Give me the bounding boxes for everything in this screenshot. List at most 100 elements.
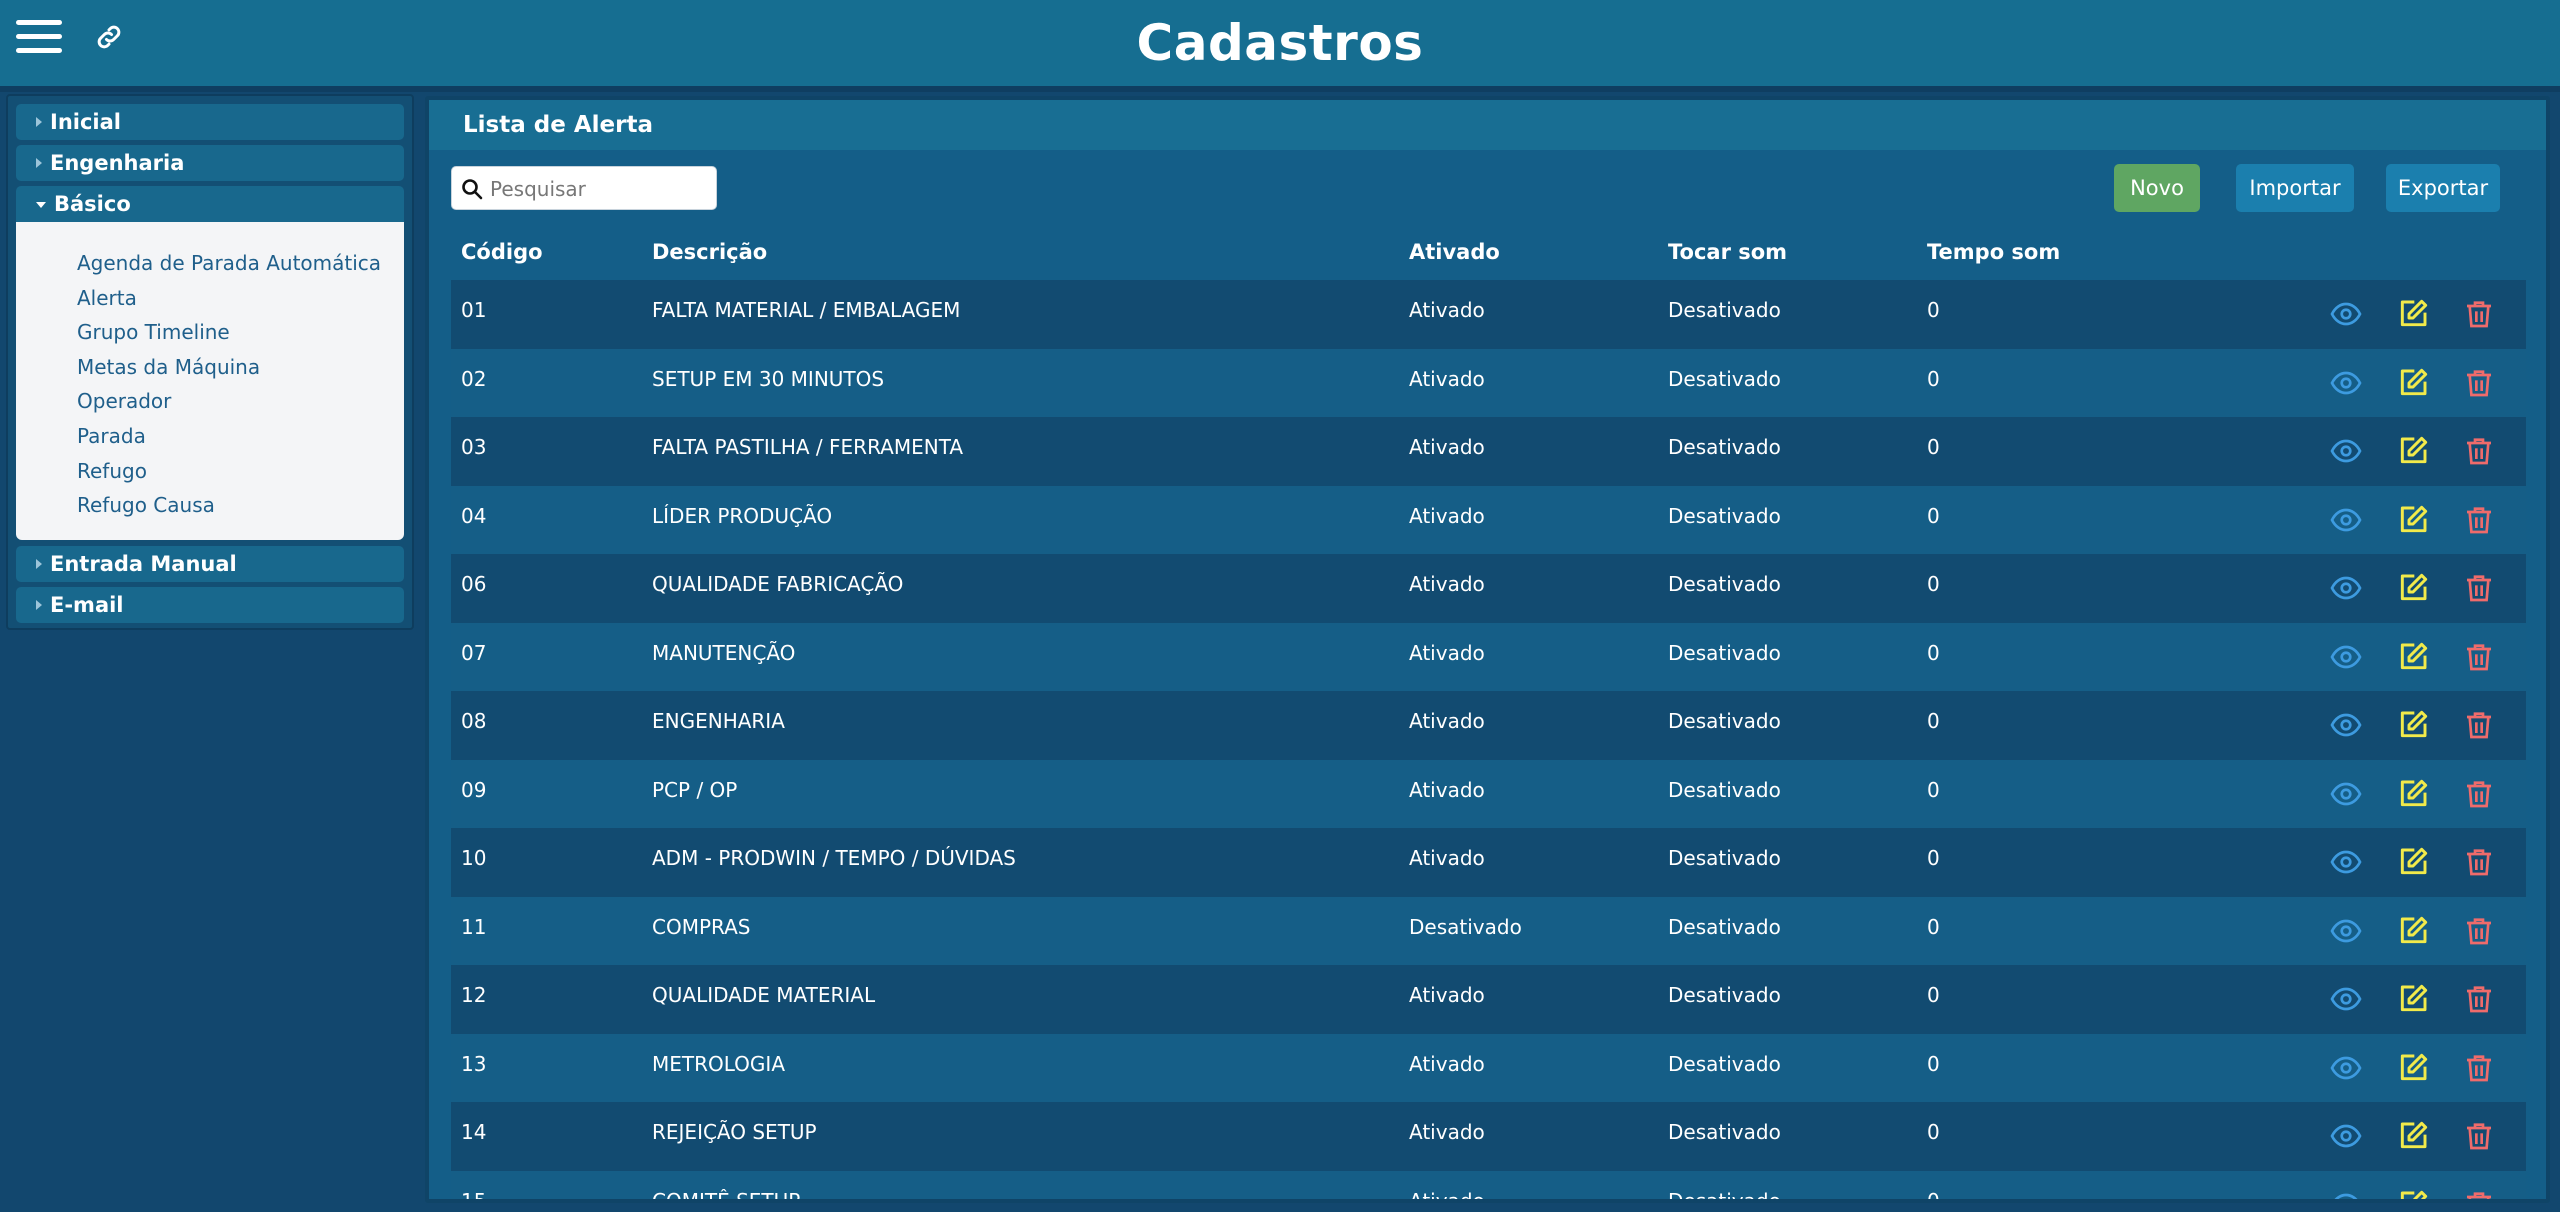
edit-icon[interactable] (2397, 983, 2429, 1015)
edit-icon[interactable] (2397, 915, 2429, 947)
edit-icon[interactable] (2397, 778, 2429, 810)
trash-icon[interactable] (2463, 367, 2495, 399)
cell-tocar-som: Desativado (1668, 1188, 1781, 1203)
cell-ativado: Ativado (1409, 572, 1485, 596)
sidebar-item-agenda-parada[interactable]: Agenda de Parada Automática (77, 246, 404, 281)
sidebar-item-operador[interactable]: Operador (77, 384, 404, 419)
column-header-tocar-som[interactable]: Tocar som (1668, 240, 1787, 264)
eye-icon[interactable] (2330, 1052, 2362, 1084)
trash-icon[interactable] (2463, 1052, 2495, 1084)
eye-icon[interactable] (2330, 778, 2362, 810)
trash-icon[interactable] (2463, 1120, 2495, 1152)
eye-icon[interactable] (2330, 572, 2362, 604)
table-row[interactable]: 13 METROLOGIA Ativado Desativado 0 (451, 1033, 2526, 1102)
trash-icon[interactable] (2463, 983, 2495, 1015)
eye-icon[interactable] (2330, 709, 2362, 741)
edit-icon[interactable] (2397, 1052, 2429, 1084)
cell-descricao: ADM - PRODWIN / TEMPO / DÚVIDAS (652, 846, 1016, 870)
table-row[interactable]: 02 SETUP EM 30 MINUTOS Ativado Desativado 0 (451, 348, 2526, 417)
trash-icon[interactable] (2463, 846, 2495, 878)
edit-icon[interactable] (2397, 572, 2429, 604)
export-button[interactable]: Exportar (2386, 164, 2500, 212)
sidebar-item-refugo-causa[interactable]: Refugo Causa (77, 488, 404, 523)
edit-icon[interactable] (2397, 1120, 2429, 1152)
table-row[interactable]: 08 ENGENHARIA Ativado Desativado 0 (451, 691, 2526, 760)
table-row[interactable]: 06 QUALIDADE FABRICAÇÃO Ativado Desativado 0 (451, 554, 2526, 623)
cell-ativado: Ativado (1409, 1051, 1485, 1076)
column-header-descricao[interactable]: Descrição (652, 240, 767, 264)
trash-icon[interactable] (2463, 778, 2495, 810)
eye-icon[interactable] (2330, 298, 2362, 330)
edit-icon[interactable] (2397, 367, 2429, 399)
sidebar-group-label: Entrada Manual (50, 552, 237, 576)
trash-icon[interactable] (2463, 504, 2495, 536)
page-title: Cadastros (1136, 14, 1424, 72)
new-button[interactable]: Novo (2114, 164, 2200, 212)
edit-icon[interactable] (2397, 846, 2429, 878)
cell-codigo: 11 (461, 914, 487, 939)
table-row[interactable]: 07 MANUTENÇÃO Ativado Desativado 0 (451, 622, 2526, 691)
edit-icon[interactable] (2397, 435, 2429, 467)
table-row[interactable]: 12 QUALIDADE MATERIAL Ativado Desativado 0 (451, 965, 2526, 1034)
trash-icon[interactable] (2463, 915, 2495, 947)
cell-tempo-som: 0 (1927, 1051, 1940, 1076)
cell-codigo: 08 (461, 709, 487, 733)
sidebar-item-alerta[interactable]: Alerta (77, 281, 404, 316)
trash-icon[interactable] (2463, 1189, 2495, 1199)
sidebar-item-refugo[interactable]: Refugo (77, 454, 404, 489)
trash-icon[interactable] (2463, 641, 2495, 673)
main-panel: Lista de Alerta Novo Importar Exportar C… (425, 96, 2550, 1203)
cell-ativado: Ativado (1409, 298, 1485, 322)
trash-icon[interactable] (2463, 709, 2495, 741)
search-box[interactable] (451, 166, 717, 210)
trash-icon[interactable] (2463, 435, 2495, 467)
cell-ativado: Ativado (1409, 503, 1485, 528)
edit-icon[interactable] (2397, 298, 2429, 330)
eye-icon[interactable] (2330, 915, 2362, 947)
eye-icon[interactable] (2330, 1120, 2362, 1152)
sidebar-group-inicial[interactable]: Inicial (16, 104, 404, 140)
cell-codigo: 09 (461, 777, 487, 802)
edit-icon[interactable] (2397, 1189, 2429, 1199)
column-header-tempo-som[interactable]: Tempo som (1927, 240, 2060, 264)
table-row[interactable]: 01 FALTA MATERIAL / EMBALAGEM Ativado Desat… (451, 280, 2526, 349)
edit-icon[interactable] (2397, 504, 2429, 536)
eye-icon[interactable] (2330, 983, 2362, 1015)
sidebar-item-parada[interactable]: Parada (77, 419, 404, 454)
table-row[interactable]: 03 FALTA PASTILHA / FERRAMENTA Ativado Desa… (451, 417, 2526, 486)
eye-icon[interactable] (2330, 504, 2362, 536)
eye-icon[interactable] (2330, 435, 2362, 467)
table-row[interactable]: 04 LÍDER PRODUÇÃO Ativado Desativado 0 (451, 485, 2526, 554)
cell-descricao: LÍDER PRODUÇÃO (652, 503, 833, 528)
cell-tocar-som: Desativado (1668, 1120, 1781, 1144)
cell-tempo-som: 0 (1927, 914, 1940, 939)
table-row[interactable]: 09 PCP / OP Ativado Desativado 0 (451, 759, 2526, 828)
table-row[interactable]: 15 COMITÊ SETUP Ativado Desativado 0 (451, 1170, 2526, 1203)
eye-icon[interactable] (2330, 846, 2362, 878)
cell-codigo: 15 (461, 1188, 487, 1203)
cell-tocar-som: Desativado (1668, 640, 1781, 665)
column-header-ativado[interactable]: Ativado (1409, 240, 1500, 264)
sidebar-group-engenharia[interactable]: Engenharia (16, 145, 404, 181)
cell-codigo: 07 (461, 640, 487, 665)
table-row[interactable]: 11 COMPRAS Desativado Desativado 0 (451, 896, 2526, 965)
cell-ativado: Ativado (1409, 1188, 1485, 1203)
eye-icon[interactable] (2330, 367, 2362, 399)
edit-icon[interactable] (2397, 641, 2429, 673)
sidebar-group-basico[interactable]: Básico (16, 186, 404, 222)
sidebar-group-label: Engenharia (50, 151, 185, 175)
sidebar-group-entrada-manual[interactable]: Entrada Manual (16, 546, 404, 582)
eye-icon[interactable] (2330, 641, 2362, 673)
eye-icon[interactable] (2330, 1189, 2362, 1199)
search-input[interactable] (490, 173, 710, 205)
sidebar-item-grupo-timeline[interactable]: Grupo Timeline (77, 315, 404, 350)
edit-icon[interactable] (2397, 709, 2429, 741)
trash-icon[interactable] (2463, 572, 2495, 604)
sidebar-group-email[interactable]: E-mail (16, 587, 404, 623)
table-row[interactable]: 10 ADM - PRODWIN / TEMPO / DÚVIDAS Ativado… (451, 828, 2526, 897)
table-row[interactable]: 14 REJEIÇÃO SETUP Ativado Desativado 0 (451, 1102, 2526, 1171)
column-header-codigo[interactable]: Código (461, 240, 543, 264)
sidebar-item-metas-maquina[interactable]: Metas da Máquina (77, 350, 404, 385)
import-button[interactable]: Importar (2236, 164, 2354, 212)
trash-icon[interactable] (2463, 298, 2495, 330)
